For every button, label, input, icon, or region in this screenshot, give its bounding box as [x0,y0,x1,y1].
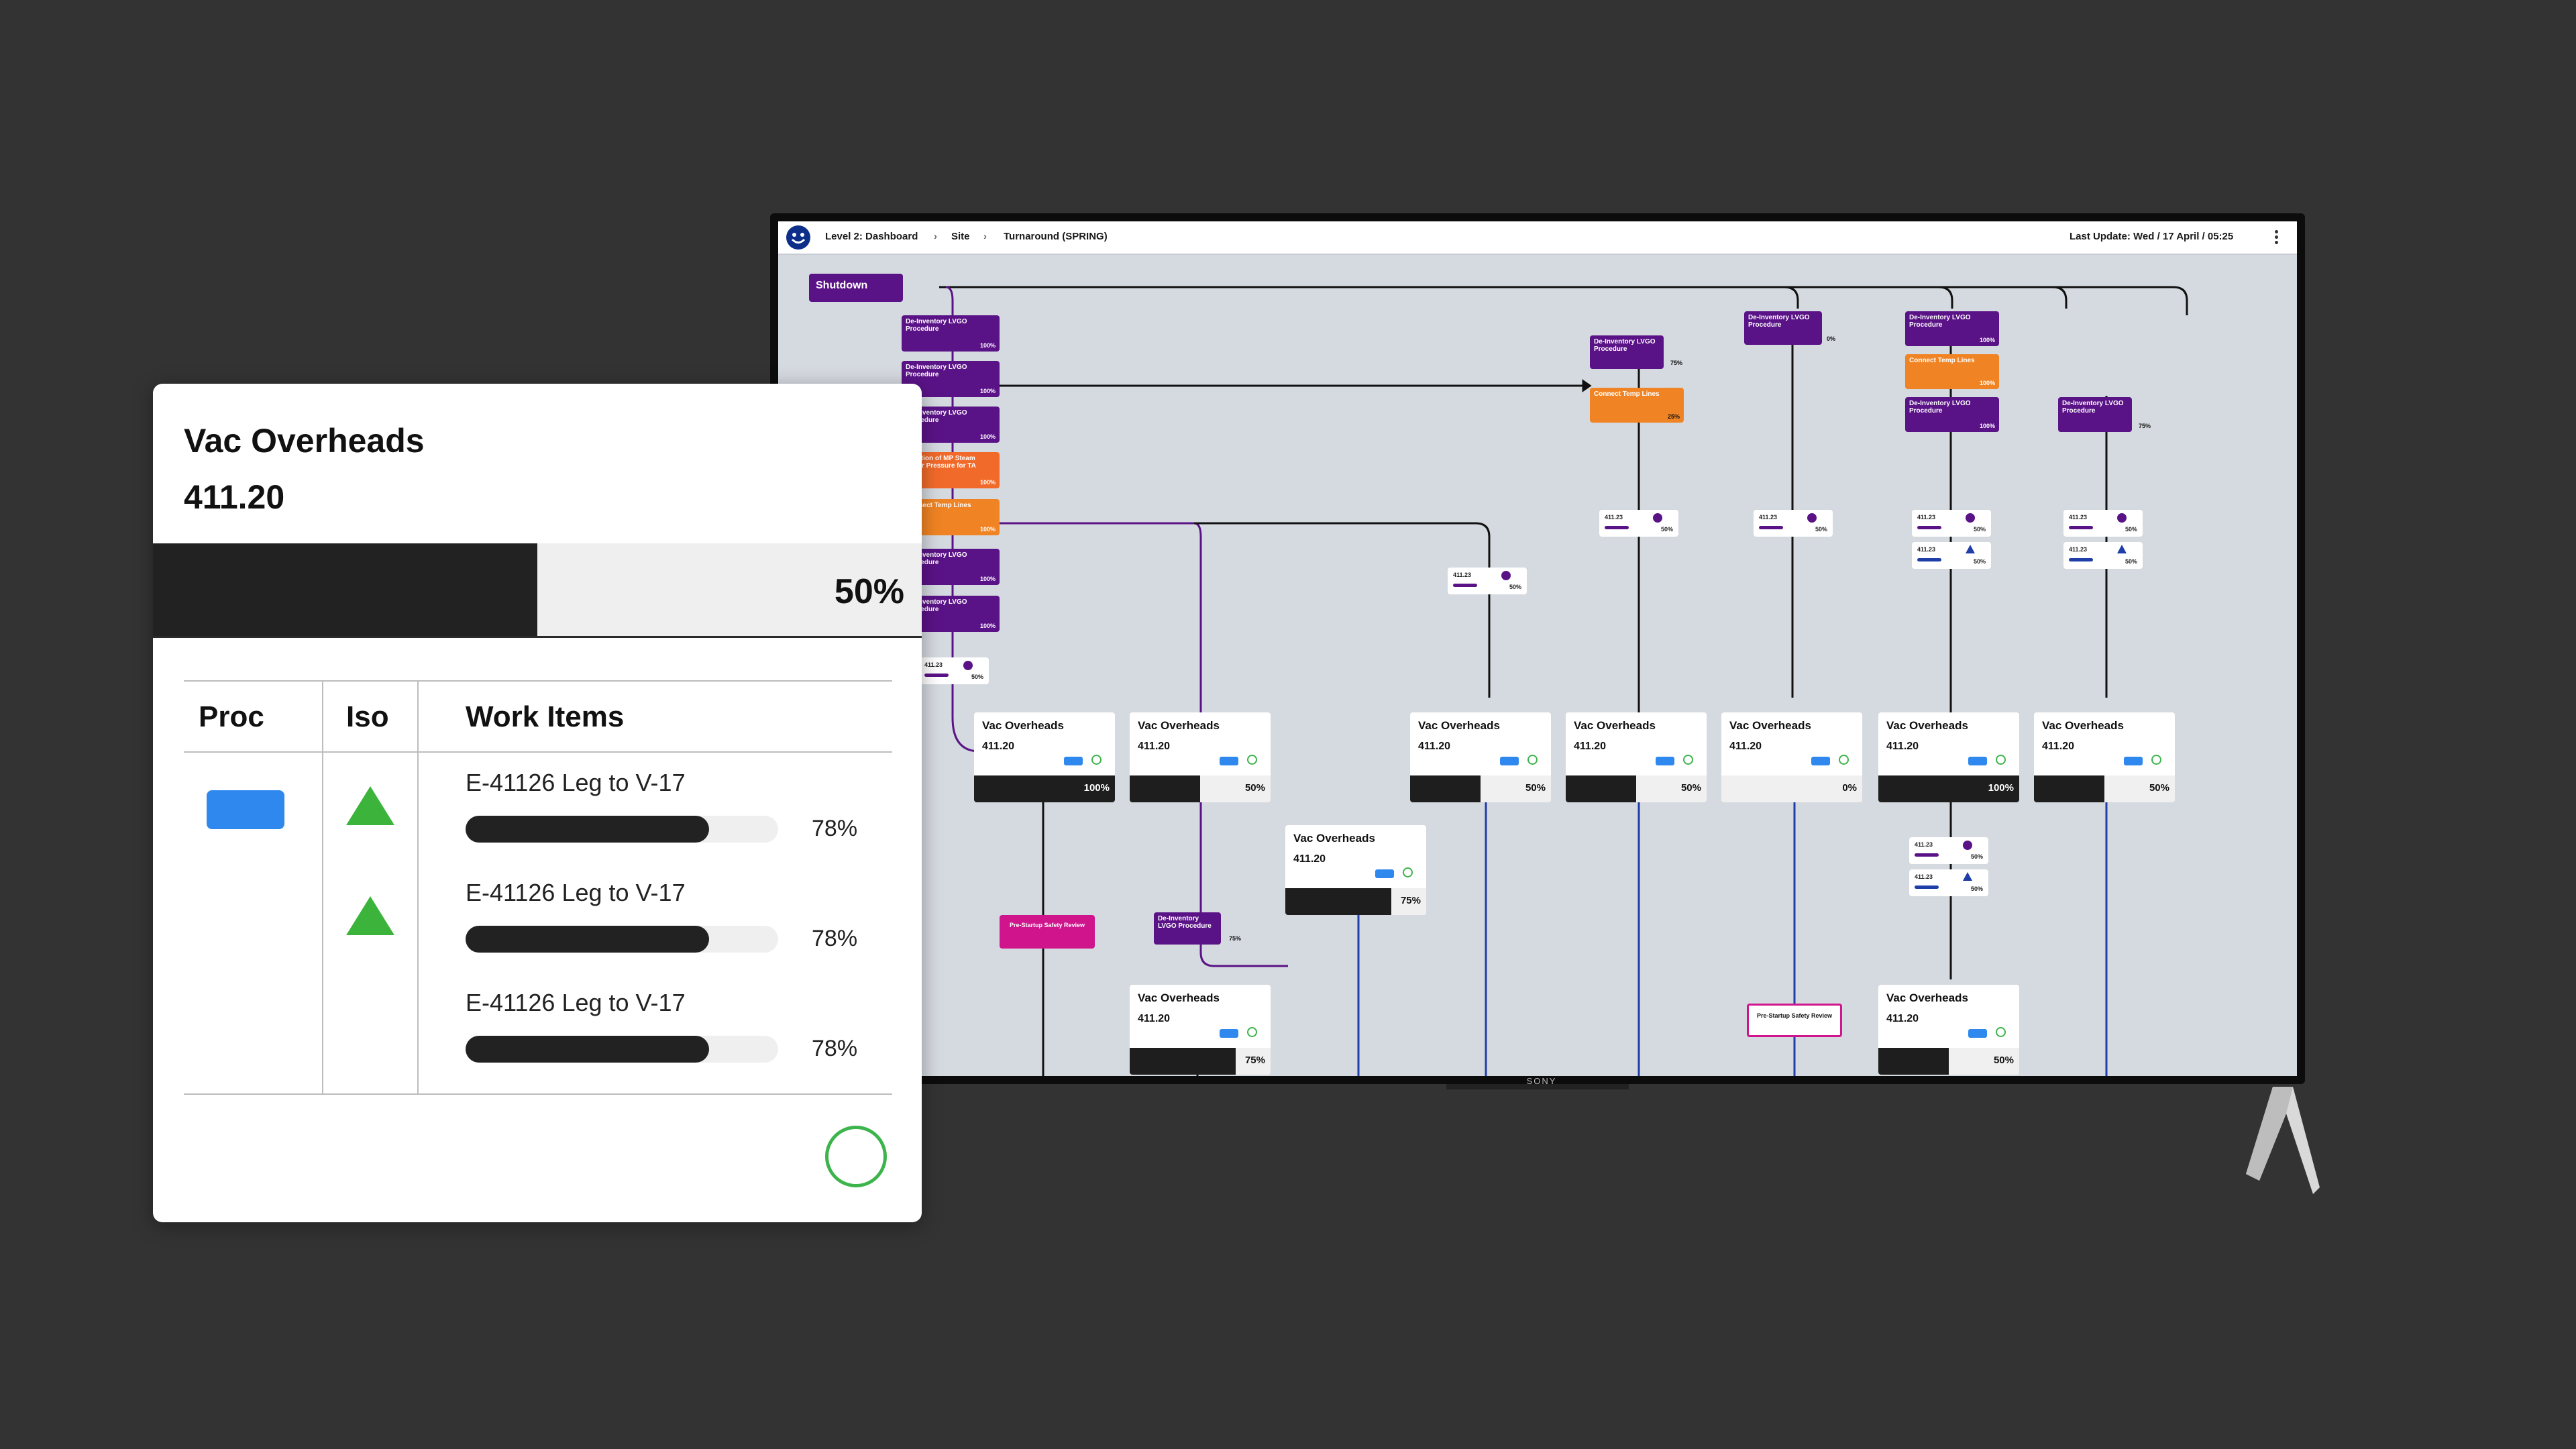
work-item-name[interactable]: E-41126 Leg to V-17 [466,879,686,907]
vac-overheads-card[interactable]: Vac Overheads 411.20 100% [1878,712,2019,802]
smiley-logo-icon[interactable] [786,225,810,250]
vac-overheads-card[interactable]: Vac Overheads 411.20 50% [2034,712,2175,802]
tv-stand [2246,1087,2320,1194]
work-item-name[interactable]: E-41126 Leg to V-17 [466,769,686,797]
progress-percent: 50% [834,572,904,611]
iso-header: Iso [346,700,389,733]
work-item-name[interactable]: E-41126 Leg to V-17 [466,989,686,1017]
vac-overheads-card[interactable]: Vac Overheads 411.20 50% [1566,712,1707,802]
breadcrumb-turnaround[interactable]: Turnaround (SPRING) [1004,231,1108,242]
procedure-chip[interactable]: De-Inventory LVGO Procedure 100% [902,315,1000,352]
mini-status-card[interactable]: 411.23 50% [1909,869,1988,896]
vac-overheads-card[interactable]: Vac Overheads 411.20 75% [1285,825,1426,915]
mini-status-card[interactable]: 411.23 50% [1599,510,1678,537]
temp-lines-chip[interactable]: Connect Temp Lines 100% [1905,354,1999,389]
temp-lines-chip[interactable]: Connect Temp Lines 25% [1590,388,1684,423]
table-top-border [184,680,892,682]
vac-overheads-card[interactable]: Vac Overheads 411.20 100% [974,712,1115,802]
work-item-fill [466,1036,709,1063]
procedure-chip[interactable]: De-Inventory LVGO Procedure 100% [1905,311,1999,346]
vac-overheads-card[interactable]: Vac Overheads 411.20 50% [1878,985,2019,1075]
chevron-right-icon: › [934,231,937,242]
work-items-header: Work Items [466,700,625,733]
shutdown-tag[interactable]: Shutdown [809,274,903,302]
iso-ok-triangle-icon[interactable] [346,896,394,935]
more-menu-icon[interactable] [2273,228,2279,247]
table-bottom-border [184,1093,892,1095]
card-title: Vac Overheads [184,422,425,460]
vac-overheads-detail-card[interactable]: Vac Overheads 411.20 50% Proc Iso Work I… [153,384,922,1222]
proc-status-indicator[interactable] [207,790,284,829]
procedure-chip[interactable]: De-Inventory LVGO Procedure 75% [1154,912,1241,945]
vac-overheads-card[interactable]: Vac Overheads 411.20 75% [1130,985,1271,1075]
chevron-right-icon: › [983,231,987,242]
table-header-border [184,751,892,753]
circle-ok-icon[interactable] [825,1126,887,1187]
procedure-chip[interactable]: De-Inventory LVGO Procedure 0% [1744,311,1835,345]
vac-overheads-card[interactable]: Vac Overheads 411.20 50% [1410,712,1551,802]
mini-status-card[interactable]: 411.23 50% [1909,837,1988,864]
breadcrumb-level[interactable]: Level 2: Dashboard [825,231,918,242]
mini-status-card[interactable]: 411.23 50% [2063,510,2143,537]
psr-tag[interactable]: Pre-Startup Safety Review [1747,1004,1842,1037]
breadcrumb-site[interactable]: Site [951,231,970,242]
mini-status-card[interactable]: 411.23 50% [919,657,989,684]
vac-overheads-card[interactable]: Vac Overheads 411.20 50% [1130,712,1271,802]
column-divider [417,680,419,1095]
procedure-chip[interactable]: De-Inventory LVGO Procedure 75% [2058,397,2151,432]
progress-fill [153,543,537,637]
mini-status-card[interactable]: 411.23 50% [1754,510,1833,537]
mini-status-card[interactable]: 411.23 50% [1448,568,1527,594]
work-item-percent: 78% [812,1036,858,1061]
dashboard-screen: Level 2: Dashboard › Site › Turnaround (… [778,221,2297,1076]
work-item-percent: 78% [812,816,858,841]
mini-status-card[interactable]: 411.23 50% [1912,510,1991,537]
procedure-chip[interactable]: De-Inventory LVGO Procedure 100% [1905,397,1999,432]
iso-ok-triangle-icon[interactable] [346,786,394,825]
card-code: 411.20 [184,478,285,516]
psr-tag[interactable]: Pre-Startup Safety Review [1000,915,1095,949]
vac-overheads-card[interactable]: Vac Overheads 411.20 0% [1721,712,1862,802]
top-bar: Level 2: Dashboard › Site › Turnaround (… [778,221,2297,255]
work-item-fill [466,926,709,953]
progress-underline [153,636,922,638]
work-item-percent: 78% [812,926,858,951]
mini-status-card[interactable]: 411.23 50% [2063,542,2143,569]
procedure-chip[interactable]: De-Inventory LVGO Procedure 75% [1590,335,1682,369]
proc-header: Proc [199,700,264,733]
work-item-fill [466,816,709,843]
column-divider [322,680,323,1095]
last-update: Last Update: Wed / 17 April / 05:25 [2070,231,2234,242]
tv-brand: SONY [1526,1076,1557,1086]
mini-status-card[interactable]: 411.23 50% [1912,542,1991,569]
